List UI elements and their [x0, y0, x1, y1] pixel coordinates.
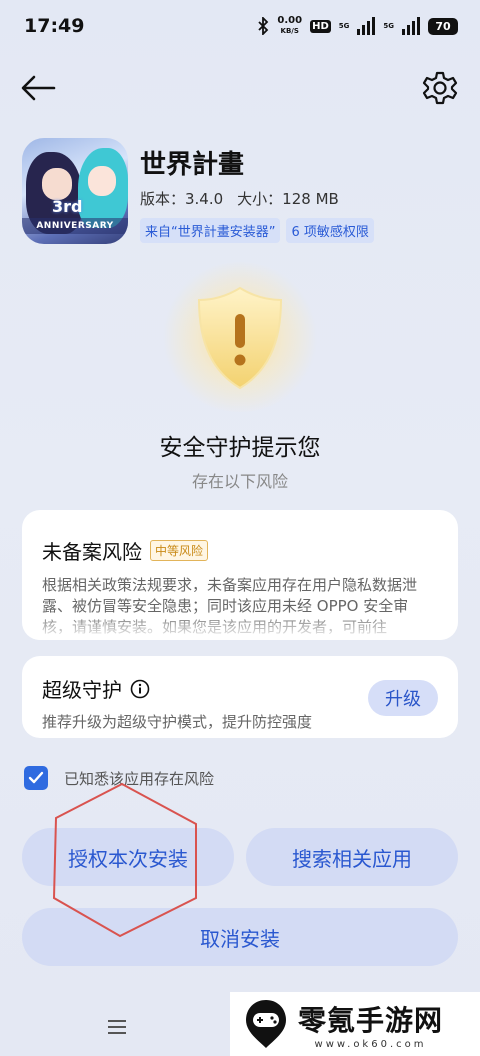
net-speed-unit: KB/S — [280, 27, 299, 35]
app-meta: 版本：3.4.0 大小：128 MB — [140, 188, 339, 209]
protection-headline: 安全守护提示您 — [159, 435, 321, 461]
watermark-text: 零氪手游网 www.ok60.com — [298, 999, 443, 1050]
app-icon: 3rd ANNIVERSARY — [22, 138, 128, 244]
risk-level-badge: 中等风险 — [150, 540, 209, 561]
warning-shield-icon — [197, 286, 283, 390]
guard-title: 超级守护 — [42, 678, 122, 702]
app-info: 3rd ANNIVERSARY 世界計畫 版本：3.4.0 大小：128 MB … — [22, 138, 462, 248]
upgrade-button[interactable]: 升级 — [368, 680, 438, 716]
net-speed-value: 0.00 — [277, 15, 303, 26]
battery-indicator: 70 — [428, 17, 458, 35]
authorize-install-button[interactable]: 授权本次安装 — [22, 828, 234, 886]
net-speed: 0.00 KB/S — [277, 16, 302, 36]
permissions-tag[interactable]: 6 项敏感权限 — [286, 218, 374, 243]
top-nav — [0, 66, 480, 110]
acknowledge-row[interactable]: 已知悉该应用存在风险 — [24, 766, 214, 790]
signal-icon-2 — [402, 17, 420, 35]
app-tags: 来自“世界計畫安装器” 6 项敏感权限 — [140, 218, 374, 243]
watermark-title: 零氪手游网 — [298, 1003, 444, 1037]
app-name: 世界計畫 — [140, 150, 245, 180]
super-guard-card: 超级守护 推荐升级为超级守护模式，提升防控强度 升级 — [22, 656, 458, 738]
risk-card[interactable]: 未备案风险 中等风险 根据相关政策法规要求，未备案应用存在用户隐私数据泄露、被仿… — [22, 510, 458, 640]
checkmark-icon — [28, 771, 44, 784]
risk-title-row: 未备案风险 中等风险 — [42, 536, 438, 565]
settings-button[interactable] — [420, 68, 460, 108]
bluetooth-icon — [258, 17, 269, 35]
arrow-left-icon — [21, 75, 56, 101]
back-button[interactable] — [20, 72, 56, 104]
app-size: 大小：128 MB — [237, 190, 339, 208]
hd-badge: HD — [310, 19, 331, 33]
source-tag[interactable]: 来自“世界計畫安装器” — [140, 218, 281, 243]
protection-subline: 存在以下风险 — [191, 472, 288, 491]
watermark-url: www.ok60.com — [314, 1038, 427, 1050]
acknowledge-label: 已知悉该应用存在风险 — [64, 769, 215, 788]
app-icon-caption: ANNIVERSARY — [22, 218, 128, 234]
status-bar: 17:49 0.00 KB/S HD 5G 5G 70 — [0, 0, 480, 52]
app-version: 版本：3.4.0 — [140, 190, 224, 208]
signal-label-2: 5G — [383, 22, 394, 30]
risk-title: 未备案风险 — [42, 540, 142, 564]
signal-label-1: 5G — [338, 22, 350, 30]
text-fade — [22, 612, 458, 640]
signal-icon-1 — [357, 17, 376, 35]
status-time: 17:49 — [24, 15, 85, 37]
cancel-install-button[interactable]: 取消安装 — [22, 908, 458, 966]
watermark: 零氪手游网 www.ok60.com — [230, 992, 480, 1056]
search-related-apps-button[interactable]: 搜索相关应用 — [246, 828, 458, 886]
shield-illustration — [160, 262, 320, 412]
app-icon-caption-top: 3rd — [52, 197, 83, 216]
menu-icon[interactable] — [106, 1016, 128, 1038]
acknowledge-checkbox[interactable] — [24, 766, 48, 790]
gamepad-pin-logo-icon — [246, 1000, 286, 1048]
gear-icon — [422, 71, 458, 105]
status-icons: 0.00 KB/S HD 5G 5G 70 — [257, 16, 458, 36]
info-icon[interactable] — [130, 679, 150, 699]
